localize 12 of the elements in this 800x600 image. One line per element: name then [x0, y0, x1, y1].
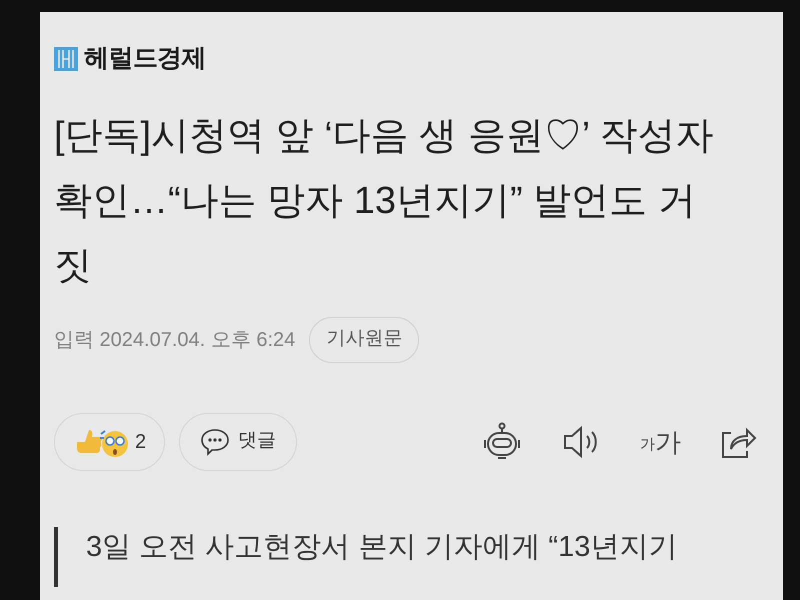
article-headline: [단독]시청역 앞 ‘다음 생 응원♡’ 작성자 확인…“나는 망자 13년지기” 발언도 거짓 — [54, 114, 714, 288]
font-size-button[interactable]: 가가 — [640, 426, 681, 456]
original-article-button[interactable]: 기사원문 — [309, 316, 420, 362]
reaction-count: 2 — [135, 430, 146, 454]
quote-bar — [54, 526, 58, 586]
reaction-button[interactable]: 2 — [54, 412, 166, 470]
logo-icon — [54, 46, 78, 71]
speech-bubble-icon — [200, 428, 230, 456]
publish-date: 입력 2024.07.04. 오후 6:24 — [54, 328, 296, 352]
article-subtitle: 3일 오전 사고현장서 본지 기자에게 “13년지기 — [86, 530, 678, 564]
comment-button[interactable]: 댓글 — [179, 412, 298, 470]
logo-text: 헤럴드경제 — [84, 43, 206, 74]
